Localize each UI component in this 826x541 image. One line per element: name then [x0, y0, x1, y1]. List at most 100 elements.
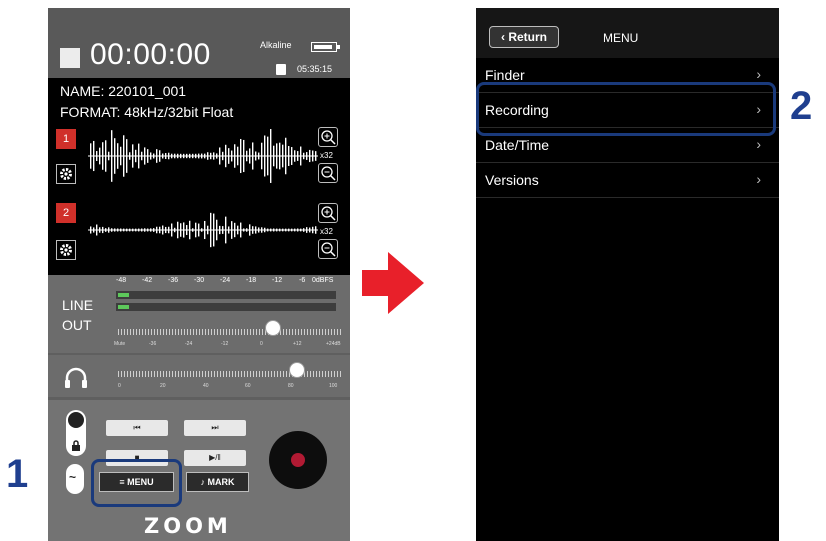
- zoom-factor: x32: [320, 151, 333, 160]
- waveform-bar: [210, 212, 212, 248]
- waveform-bar: [255, 226, 257, 234]
- level-meter-fill: [118, 305, 129, 309]
- waveform-bar: [138, 228, 140, 232]
- zoom-in-icon[interactable]: [318, 203, 338, 223]
- waveform-bar: [231, 150, 233, 162]
- meter-scale-label: -42: [142, 277, 153, 284]
- hp-scale-label: 100: [329, 383, 338, 389]
- step-2-number: 2: [790, 84, 813, 128]
- waveform-bar: [189, 220, 191, 240]
- level-meter-panel: -48 -42 -36 -30 -24 -18 -12 -6 0dBFS LIN…: [48, 275, 350, 353]
- waveform-bar: [267, 228, 269, 232]
- waveform-bar: [177, 221, 179, 239]
- zoom-out-icon[interactable]: [318, 163, 338, 183]
- waveform-bar: [204, 153, 206, 159]
- menu-title: MENU: [603, 31, 639, 45]
- waveform-bar: [246, 228, 248, 232]
- level-meter-fill: [118, 293, 129, 297]
- waveform-bar: [222, 151, 224, 161]
- waveform-bar: [237, 146, 239, 166]
- gain-scale-label: 0: [260, 341, 263, 347]
- waveform-bar: [198, 223, 200, 237]
- waveform-bar: [117, 143, 119, 169]
- waveform-bar: [132, 144, 134, 168]
- return-button[interactable]: ‹ Return: [489, 26, 559, 48]
- zoom-out-icon[interactable]: [318, 239, 338, 259]
- waveform-bar: [120, 146, 122, 166]
- chevron-right-icon: ›: [756, 136, 761, 152]
- waveform-bar: [195, 222, 197, 238]
- waveform-bar: [129, 152, 131, 160]
- waveform-bar: [264, 135, 266, 177]
- recording-highlight-box: [476, 82, 776, 136]
- waveform-bar: [207, 225, 209, 235]
- waveform-bar: [99, 227, 101, 233]
- waveform-bar: [138, 143, 140, 169]
- waveform-bar: [306, 152, 308, 160]
- lock-icon: [72, 440, 80, 451]
- fast-forward-button[interactable]: ⏭: [184, 420, 246, 436]
- waveform-bar: [315, 151, 317, 161]
- waveform-bar: [102, 226, 104, 234]
- menu-button[interactable]: ≡ MENU: [99, 472, 174, 492]
- play-pause-button[interactable]: ▶/‖: [184, 450, 246, 466]
- hold-switch[interactable]: [66, 410, 86, 456]
- waveform-bar: [192, 153, 194, 159]
- waveform-bar: [294, 228, 296, 232]
- meter-scale-label: 0dBFS: [312, 277, 334, 284]
- hp-scale-label: 40: [203, 383, 209, 389]
- waveform-bar: [300, 228, 302, 232]
- waveform-bar: [264, 227, 266, 233]
- record-button[interactable]: [269, 431, 327, 489]
- zoom-logo: ZOOM: [144, 514, 232, 538]
- waveform-bar: [120, 228, 122, 232]
- transport-panel: ~ ⏮ ⏭ ■ ▶/‖ ≡ MENU ♪ MARK ZOOM: [48, 400, 350, 541]
- waveform-bar: [249, 148, 251, 164]
- headphone-volume-slider[interactable]: [118, 371, 342, 377]
- waveform-bar: [249, 224, 251, 236]
- line-text: LINE: [62, 297, 94, 313]
- zoom-in-icon[interactable]: [318, 127, 338, 147]
- track-2-settings-gear-icon[interactable]: [56, 240, 76, 260]
- track-1-settings-gear-icon[interactable]: [56, 164, 76, 184]
- slider-knob[interactable]: [264, 320, 281, 336]
- waveform-bar: [141, 151, 143, 161]
- waveform-bar: [144, 147, 146, 165]
- waveform-bar: [252, 226, 254, 234]
- waveform-bar: [93, 227, 95, 233]
- waveform-bar: [93, 140, 95, 172]
- gain-scale-label: -24: [185, 341, 193, 347]
- waveform-bar: [300, 146, 302, 166]
- waveform-bar: [147, 228, 149, 232]
- menu-header: ‹ Return MENU: [476, 8, 779, 58]
- waveform-bar: [216, 219, 218, 241]
- waveform-bar: [261, 227, 263, 233]
- stop-indicator-icon: [60, 48, 80, 68]
- menu-item-versions[interactable]: Versions ›: [476, 163, 779, 198]
- track-2-waveform: [88, 212, 318, 248]
- track-1-button[interactable]: 1: [56, 129, 76, 149]
- gain-scale-label: +24dB: [326, 341, 341, 347]
- line-out-gain-slider[interactable]: [118, 329, 342, 335]
- waveform-bar: [240, 138, 242, 174]
- waveform-bar: [282, 228, 284, 232]
- bluetooth-switch[interactable]: ~: [66, 464, 84, 494]
- waveform-bar: [285, 228, 287, 232]
- waveform-bar: [255, 151, 257, 161]
- waveform-bar: [168, 152, 170, 160]
- waveform-bar: [258, 227, 260, 233]
- waveform-bar: [201, 153, 203, 159]
- waveform-bar: [243, 139, 245, 173]
- headphone-panel: 0 20 40 60 80 100: [48, 355, 350, 397]
- waveform-bar: [171, 223, 173, 237]
- waveform-bar: [276, 228, 278, 232]
- mark-button[interactable]: ♪ MARK: [186, 472, 249, 492]
- waveform-bar: [144, 228, 146, 232]
- waveform-bar: [165, 153, 167, 159]
- track-2-button[interactable]: 2: [56, 203, 76, 223]
- waveform-bar: [291, 147, 293, 165]
- waveform-bar: [150, 152, 152, 160]
- waveform-bar: [156, 226, 158, 234]
- waveform-bar: [192, 228, 194, 232]
- rewind-button[interactable]: ⏮: [106, 420, 168, 436]
